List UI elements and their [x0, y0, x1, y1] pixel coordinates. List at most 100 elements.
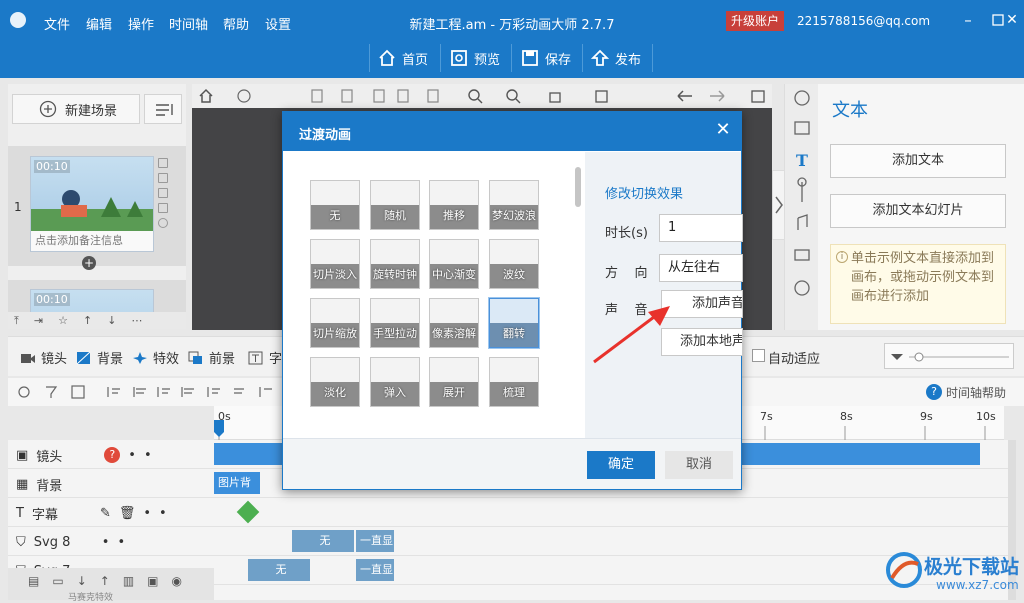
- account-label[interactable]: 2215788156@qq.com: [797, 14, 930, 28]
- lock-icon[interactable]: ▣: [147, 574, 158, 600]
- list-icon: [156, 104, 173, 116]
- effect-ripple[interactable]: 波纹: [489, 239, 539, 289]
- effect-random[interactable]: 随机: [370, 180, 420, 230]
- svg8-enter-block[interactable]: 无: [292, 530, 354, 552]
- background-block[interactable]: 图片背: [214, 472, 260, 494]
- tick-10: 10s: [976, 410, 996, 423]
- star-icon[interactable]: ☆: [58, 314, 68, 327]
- text-panel-title: 文本: [832, 100, 868, 121]
- ok-button[interactable]: 确定: [587, 451, 655, 479]
- timeline-help[interactable]: ? 时间轴帮助: [926, 384, 1007, 401]
- cancel-button[interactable]: 取消: [665, 451, 733, 479]
- save-button[interactable]: 保存: [521, 46, 571, 70]
- effect-flip[interactable]: 翻转: [489, 298, 539, 348]
- plus-circle-icon: [39, 100, 57, 118]
- mode-background[interactable]: 背景: [76, 348, 123, 367]
- canvas-tool-icons[interactable]: [192, 84, 772, 108]
- timeline-tool-icons[interactable]: [8, 378, 288, 406]
- effect-center-gradient[interactable]: 中心渐变: [429, 239, 479, 289]
- eye-icon[interactable]: ◉: [172, 574, 182, 600]
- mode-camera-label: 镜头: [41, 352, 68, 367]
- arrow-up-icon[interactable]: ↑: [83, 314, 92, 327]
- home-label: 首页: [402, 52, 429, 68]
- track-svg8[interactable]: ⛉ Svg 8 • • 无 一直显: [8, 527, 1008, 556]
- dialog-header: 过渡动画: [283, 112, 741, 151]
- add-subtitle-icon[interactable]: [236, 500, 260, 524]
- effect-expand[interactable]: 展开: [429, 357, 479, 407]
- effect-pixel-dissolve[interactable]: 像素溶解: [429, 298, 479, 348]
- scene-thumbnail[interactable]: 00:10 点击添加备注信息: [30, 156, 154, 252]
- publish-label: 发布: [615, 52, 642, 68]
- image-icon[interactable]: ▤: [28, 574, 39, 600]
- watermark-text: 极光下载站: [924, 556, 1020, 578]
- effect-comb[interactable]: 梳理: [489, 357, 539, 407]
- svg7-keep-block[interactable]: 一直显: [356, 559, 394, 581]
- direction-select[interactable]: 从左往右: [659, 254, 743, 282]
- title-bar: 文件 编辑 操作 时间轴 帮助 设置 新建工程.am - 万彩动画大师 2.7.…: [0, 0, 1024, 78]
- minimize-icon[interactable]: –: [958, 10, 978, 30]
- effect-scrollbar[interactable]: [575, 167, 581, 207]
- timeline-help-label: 时间轴帮助: [946, 386, 1007, 400]
- effect-hand-pull[interactable]: 手型拉动: [370, 298, 420, 348]
- track-name: 背景: [36, 478, 63, 494]
- scene-option-icon[interactable]: [158, 188, 168, 198]
- mode-camera[interactable]: 镜头: [20, 348, 67, 367]
- question-icon[interactable]: ?: [104, 447, 121, 463]
- effect-bounce-in[interactable]: 弹入: [370, 357, 420, 407]
- effect-clock[interactable]: 旋转时钟: [370, 239, 420, 289]
- upgrade-button[interactable]: 升级账户: [726, 11, 785, 31]
- add-scene-icon[interactable]: +: [82, 256, 96, 270]
- effect-push[interactable]: 推移: [429, 180, 479, 230]
- arrow-down-icon[interactable]: ↓: [107, 314, 116, 327]
- duration-input[interactable]: 1: [659, 214, 743, 242]
- track-mosaic: 马赛克特效: [68, 593, 114, 603]
- effect-slice-fade[interactable]: 切片淡入: [310, 239, 360, 289]
- preview-button[interactable]: 预览: [450, 46, 500, 70]
- track-subtitle[interactable]: T 字幕 ✎ 🗑 • •: [8, 498, 1008, 527]
- effect-fade[interactable]: 淡化: [310, 357, 360, 407]
- edit-icon[interactable]: ✎: [100, 506, 111, 521]
- mode-text[interactable]: 字: [248, 348, 282, 367]
- delete-scene-icon[interactable]: [158, 173, 168, 183]
- add-text-slide-button[interactable]: 添加文本幻灯片: [830, 194, 1006, 228]
- effect-none[interactable]: 无: [310, 180, 360, 230]
- scene-prev-icon[interactable]: ⤒: [14, 314, 19, 328]
- new-scene-button[interactable]: 新建场景: [12, 94, 140, 124]
- close-icon[interactable]: ✕: [715, 121, 731, 139]
- scene-move-icon[interactable]: [158, 203, 168, 213]
- publish-button[interactable]: 发布: [591, 46, 641, 70]
- add-text-button[interactable]: 添加文本: [830, 144, 1006, 178]
- scene-thumbnail-2[interactable]: 00:10: [30, 289, 154, 313]
- svg-icon: ⛉: [16, 534, 26, 550]
- scene-note-input[interactable]: 点击添加备注信息: [31, 231, 153, 251]
- zoom-slider[interactable]: [884, 343, 1014, 369]
- save-label: 保存: [545, 52, 572, 68]
- scene-duration-2: 00:10: [34, 293, 70, 306]
- svg8-keep-block[interactable]: 一直显: [356, 530, 394, 552]
- mode-effect[interactable]: 特效: [132, 348, 179, 367]
- effect-settings: 修改切换效果 时长(s) 1 方 向 从左往右 声 音 添加声音 添加本地声: [585, 152, 743, 438]
- help-icon: ?: [926, 384, 942, 400]
- scene-import-icon[interactable]: ⇥: [34, 314, 43, 327]
- effect-slice-zoom[interactable]: 切片缩放: [310, 298, 360, 348]
- home-button[interactable]: 首页: [378, 46, 428, 70]
- scene-list-button[interactable]: [144, 94, 182, 124]
- mode-foreground[interactable]: 前景: [188, 348, 235, 367]
- effect-dream-wave[interactable]: 梦幻波浪: [489, 180, 539, 230]
- scene-star-icon[interactable]: [158, 218, 168, 228]
- new-scene-label: 新建场景: [65, 103, 118, 119]
- svg7-enter-block[interactable]: 无: [248, 559, 310, 581]
- annotation-arrow: [593, 306, 670, 364]
- scene-duration: 00:10: [34, 160, 70, 173]
- folder-icon[interactable]: ▭: [52, 574, 63, 600]
- effect-icon: [133, 351, 147, 364]
- dialog-title: 过渡动画: [299, 128, 352, 143]
- close-window-icon[interactable]: ✕: [1002, 10, 1022, 30]
- track-name: Svg 8: [33, 534, 71, 550]
- more-icon[interactable]: ⋯: [131, 314, 142, 327]
- mode-effect-label: 特效: [153, 352, 180, 367]
- trash-icon[interactable]: ▥: [123, 574, 134, 600]
- copy-scene-icon[interactable]: [158, 158, 168, 168]
- delete-icon[interactable]: 🗑: [119, 506, 136, 521]
- auto-fit-checkbox[interactable]: [752, 349, 765, 362]
